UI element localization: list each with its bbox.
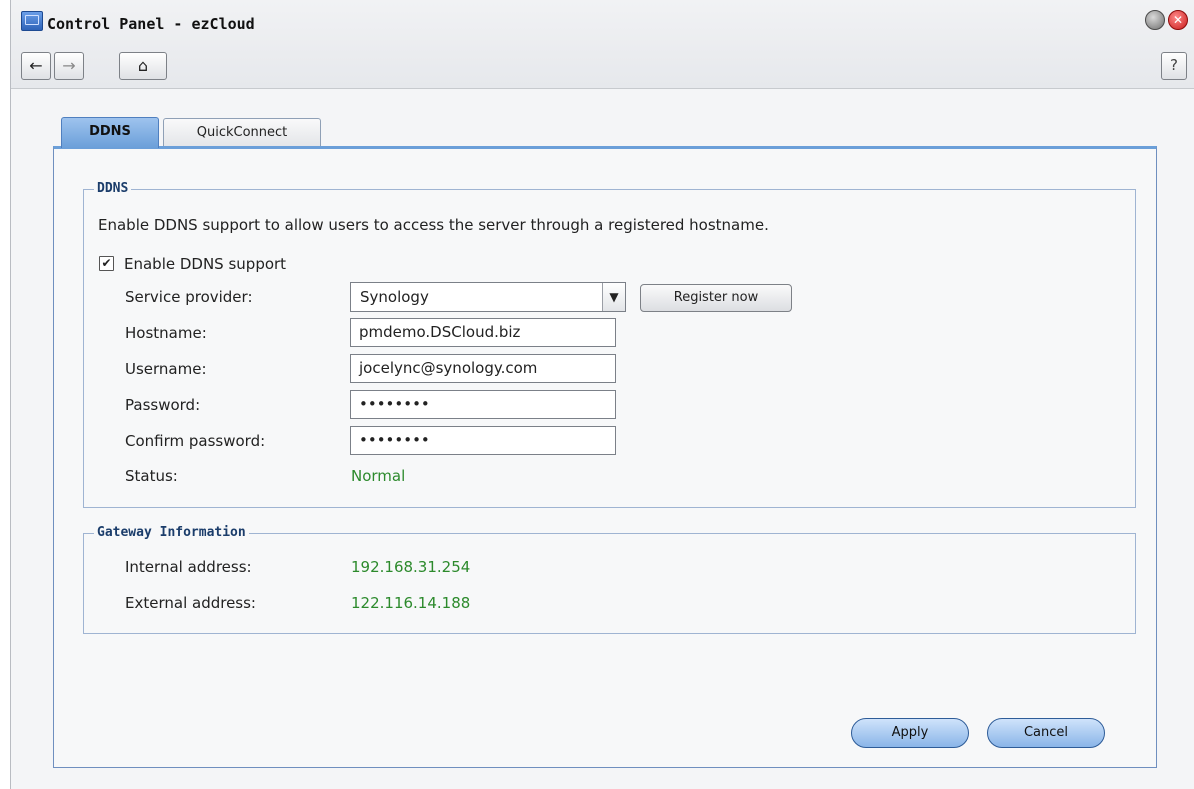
tab-quickconnect[interactable]: QuickConnect <box>163 118 321 147</box>
window-title: Control Panel - ezCloud <box>47 15 255 33</box>
password-label: Password: <box>125 396 201 414</box>
service-provider-select[interactable]: Synology ▼ <box>350 282 626 312</box>
service-provider-value: Synology <box>360 288 429 306</box>
title-bar: Control Panel - ezCloud ✕ ← → ⌂ ? <box>11 0 1194 89</box>
external-address-label: External address: <box>125 594 256 612</box>
ddns-group <box>83 189 1136 508</box>
confirm-password-field[interactable]: •••••••• <box>350 426 616 455</box>
enable-ddns-checkbox[interactable]: ✔ <box>99 256 114 271</box>
close-icon[interactable]: ✕ <box>1168 10 1188 30</box>
hostname-label: Hostname: <box>125 324 207 342</box>
ddns-description: Enable DDNS support to allow users to ac… <box>98 216 769 234</box>
control-panel-window: Control Panel - ezCloud ✕ ← → ⌂ ? DDNS Q… <box>10 0 1194 789</box>
back-button[interactable]: ← <box>21 52 51 80</box>
ddns-group-legend: DDNS <box>94 181 132 196</box>
chevron-down-icon[interactable]: ▼ <box>602 283 625 311</box>
service-provider-label: Service provider: <box>125 288 253 306</box>
hostname-field[interactable]: pmdemo.DSCloud.biz <box>350 318 616 347</box>
gateway-group-legend: Gateway Information <box>94 525 249 540</box>
home-button[interactable]: ⌂ <box>119 52 167 80</box>
cancel-button[interactable]: Cancel <box>987 718 1105 748</box>
password-field[interactable]: •••••••• <box>350 390 616 419</box>
forward-button[interactable]: → <box>54 52 84 80</box>
username-field[interactable]: jocelync@synology.com <box>350 354 616 383</box>
confirm-password-label: Confirm password: <box>125 432 266 450</box>
gateway-group <box>83 533 1136 634</box>
internal-address-label: Internal address: <box>125 558 252 576</box>
minimize-icon[interactable] <box>1145 10 1165 30</box>
apply-button[interactable]: Apply <box>851 718 969 748</box>
register-now-button[interactable]: Register now <box>640 284 792 312</box>
status-label: Status: <box>125 467 178 485</box>
username-label: Username: <box>125 360 207 378</box>
external-address-value: 122.116.14.188 <box>351 594 471 612</box>
enable-ddns-label[interactable]: Enable DDNS support <box>124 255 286 273</box>
internal-address-value: 192.168.31.254 <box>351 558 471 576</box>
tab-ddns[interactable]: DDNS <box>61 117 159 148</box>
help-button[interactable]: ? <box>1161 52 1187 80</box>
status-value: Normal <box>351 467 406 485</box>
control-panel-icon <box>21 11 43 31</box>
